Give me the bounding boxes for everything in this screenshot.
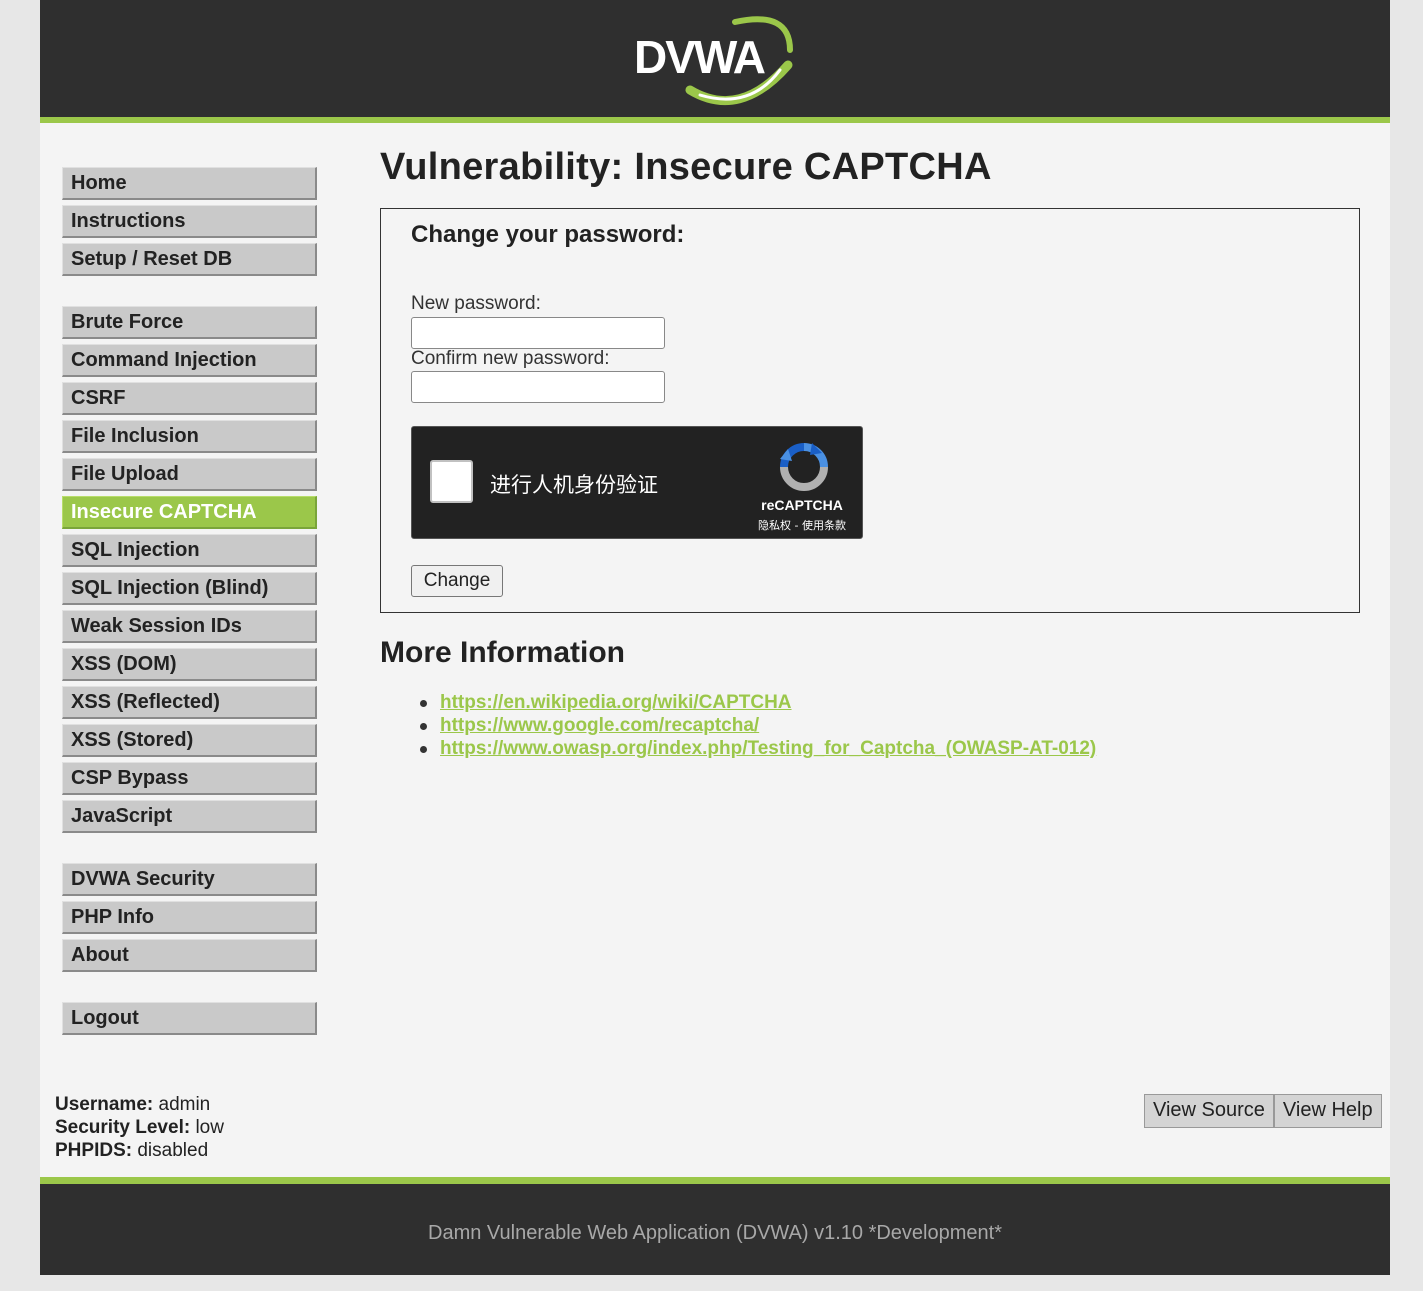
page-title: Vulnerability: Insecure CAPTCHA <box>380 146 992 188</box>
svg-text:DVWA: DVWA <box>634 31 765 83</box>
view-source-button[interactable]: View Source <box>1144 1094 1274 1128</box>
phpids-label: PHPIDS: <box>55 1140 133 1161</box>
list-item: https://www.google.com/recaptcha/ <box>420 714 1096 737</box>
security-level-label: Security Level: <box>55 1117 191 1138</box>
username-row: Username: admin <box>55 1093 224 1116</box>
more-info-list: https://en.wikipedia.org/wiki/CAPTCHA ht… <box>420 691 1096 760</box>
menu-divider <box>62 977 317 1002</box>
recaptcha-brand: reCAPTCHA <box>761 497 843 513</box>
vulnerable-code-area: Change your password: New password: Conf… <box>380 208 1360 613</box>
dvwa-logo[interactable]: DVWA <box>630 10 800 110</box>
google-recaptcha-link[interactable]: https://www.google.com/recaptcha/ <box>440 715 759 736</box>
recaptcha-label: 进行人机身份验证 <box>490 473 658 497</box>
confirm-password-input[interactable] <box>411 371 665 403</box>
new-password-input[interactable] <box>411 317 665 349</box>
sidebar-menu: Home Instructions Setup / Reset DB Brute… <box>62 167 317 1040</box>
recaptcha-checkbox[interactable] <box>430 460 473 503</box>
menu-item-file-upload[interactable]: File Upload <box>62 458 317 491</box>
confirm-password-label: Confirm new password: <box>411 348 610 369</box>
menu-divider <box>62 838 317 863</box>
menu-item-logout[interactable]: Logout <box>62 1002 317 1035</box>
system-info: Username: admin Security Level: low PHPI… <box>55 1093 224 1162</box>
footer: Damn Vulnerable Web Application (DVWA) v… <box>40 1177 1390 1275</box>
menu-item-insecure-captcha[interactable]: Insecure CAPTCHA <box>62 496 317 529</box>
wikipedia-captcha-link[interactable]: https://en.wikipedia.org/wiki/CAPTCHA <box>440 692 792 713</box>
menu-item-about[interactable]: About <box>62 939 317 972</box>
list-item: https://www.owasp.org/index.php/Testing_… <box>420 737 1096 760</box>
menu-divider <box>62 281 317 306</box>
menu-item-sql-injection[interactable]: SQL Injection <box>62 534 317 567</box>
username-label: Username: <box>55 1094 154 1115</box>
menu-item-instructions[interactable]: Instructions <box>62 205 317 238</box>
menu-item-xss-dom[interactable]: XSS (DOM) <box>62 648 317 681</box>
change-button[interactable]: Change <box>411 565 503 597</box>
menu-item-xss-stored[interactable]: XSS (Stored) <box>62 724 317 757</box>
recaptcha-widget: 进行人机身份验证 reCAPTCHA 隐私权 - 使用条款 <box>411 426 863 539</box>
menu-item-xss-reflected[interactable]: XSS (Reflected) <box>62 686 317 719</box>
help-buttons: View Source View Help <box>1144 1094 1382 1128</box>
phpids-value: disabled <box>137 1140 209 1161</box>
menu-item-file-inclusion[interactable]: File Inclusion <box>62 420 317 453</box>
menu-item-php-info[interactable]: PHP Info <box>62 901 317 934</box>
header: DVWA <box>40 0 1390 123</box>
menu-item-command-injection[interactable]: Command Injection <box>62 344 317 377</box>
security-level-row: Security Level: low <box>55 1116 224 1139</box>
view-help-button[interactable]: View Help <box>1273 1094 1382 1128</box>
phpids-row: PHPIDS: disabled <box>55 1139 224 1162</box>
security-level-value: low <box>195 1117 224 1138</box>
menu-item-weak-session-ids[interactable]: Weak Session IDs <box>62 610 317 643</box>
more-info-heading: More Information <box>380 636 625 669</box>
footer-text: Damn Vulnerable Web Application (DVWA) v… <box>428 1222 1002 1244</box>
owasp-captcha-link[interactable]: https://www.owasp.org/index.php/Testing_… <box>440 738 1096 759</box>
list-item: https://en.wikipedia.org/wiki/CAPTCHA <box>420 691 1096 714</box>
menu-item-setup[interactable]: Setup / Reset DB <box>62 243 317 276</box>
menu-item-javascript[interactable]: JavaScript <box>62 800 317 833</box>
username-value: admin <box>158 1094 211 1115</box>
menu-item-sql-injection-blind[interactable]: SQL Injection (Blind) <box>62 572 317 605</box>
menu-item-home[interactable]: Home <box>62 167 317 200</box>
menu-item-dvwa-security[interactable]: DVWA Security <box>62 863 317 896</box>
form-heading: Change your password: <box>411 221 685 248</box>
page-container: DVWA Home Instructions Setup / Reset DB … <box>40 0 1390 1275</box>
main-body: Vulnerability: Insecure CAPTCHA Change y… <box>380 146 1365 759</box>
menu-item-csp-bypass[interactable]: CSP Bypass <box>62 762 317 795</box>
menu-item-brute-force[interactable]: Brute Force <box>62 306 317 339</box>
new-password-label: New password: <box>411 293 541 314</box>
recaptcha-icon <box>780 443 828 491</box>
recaptcha-terms-link[interactable]: 隐私权 - 使用条款 <box>742 517 862 533</box>
menu-item-csrf[interactable]: CSRF <box>62 382 317 415</box>
